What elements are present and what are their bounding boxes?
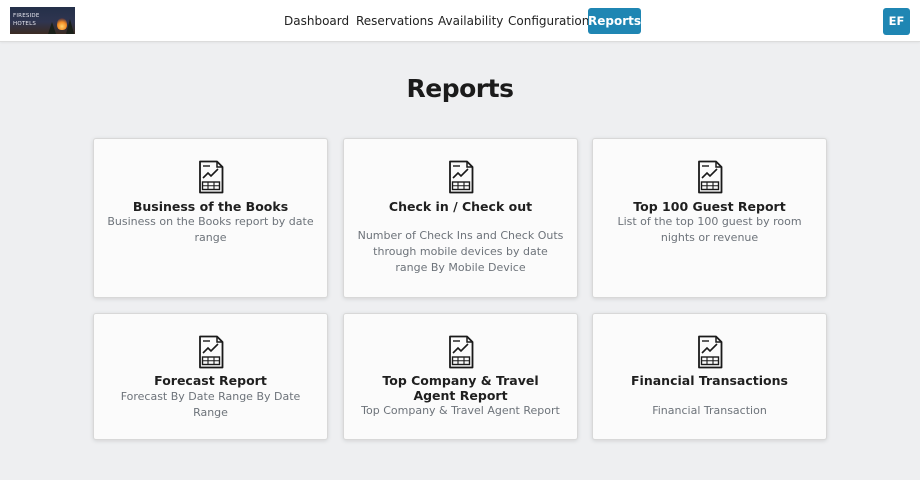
report-chart-icon — [698, 335, 723, 369]
card-title: Top Company & Travel Agent Report — [382, 373, 539, 403]
nav-reservations[interactable]: Reservations — [356, 8, 433, 34]
top-navbar: FIRESIDE HOTELS Dashboard Reservations A… — [0, 0, 920, 42]
report-card-top-company-travel-agent[interactable]: Top Company & Travel Agent Report Top Co… — [343, 313, 578, 440]
report-card-top-100-guest[interactable]: Top 100 Guest Report List of the top 100… — [592, 138, 827, 298]
brand-logo[interactable]: FIRESIDE HOTELS — [10, 7, 75, 34]
user-avatar[interactable]: EF — [883, 8, 910, 35]
report-card-financial-transactions[interactable]: Financial Transactions Financial Transac… — [592, 313, 827, 440]
report-chart-icon — [449, 160, 474, 194]
card-title: Business of the Books — [132, 199, 289, 214]
card-title: Financial Transactions — [631, 373, 788, 388]
page-title: Reports — [406, 74, 514, 103]
logo-tree-shape — [66, 19, 74, 34]
card-description: Business on the Books report by date ran… — [107, 215, 314, 244]
card-title: Check in / Check out — [388, 199, 533, 214]
card-description: List of the top 100 guest by room nights… — [617, 215, 802, 244]
brand-name-line1: FIRESIDE — [13, 13, 40, 19]
card-description: Number of Check Ins and Check Outs throu… — [357, 229, 564, 274]
report-card-check-in-check-out[interactable]: Check in / Check out Number of Check Ins… — [343, 138, 578, 298]
report-card-forecast[interactable]: Forecast Report Forecast By Date Range B… — [93, 313, 328, 440]
card-description: Financial Transaction — [652, 404, 767, 417]
nav-availability[interactable]: Availability — [438, 8, 503, 34]
nav-dashboard[interactable]: Dashboard — [284, 8, 349, 34]
logo-tree-shape — [48, 22, 56, 34]
card-title: Top 100 Guest Report — [633, 199, 786, 214]
report-card-business-of-the-books[interactable]: Business of the Books Business on the Bo… — [93, 138, 328, 298]
campfire-icon — [57, 18, 67, 30]
card-description: Top Company & Travel Agent Report — [361, 404, 560, 417]
report-chart-icon — [199, 160, 224, 194]
report-chart-icon — [199, 335, 224, 369]
nav-configuration[interactable]: Configuration — [508, 8, 589, 34]
brand-name-line2: HOTELS — [13, 21, 37, 27]
card-description: Forecast By Date Range By Date Range — [120, 390, 301, 419]
report-chart-icon — [449, 335, 474, 369]
card-title: Forecast Report — [154, 373, 267, 388]
nav-reports[interactable]: Reports — [588, 8, 641, 34]
report-chart-icon — [698, 160, 723, 194]
